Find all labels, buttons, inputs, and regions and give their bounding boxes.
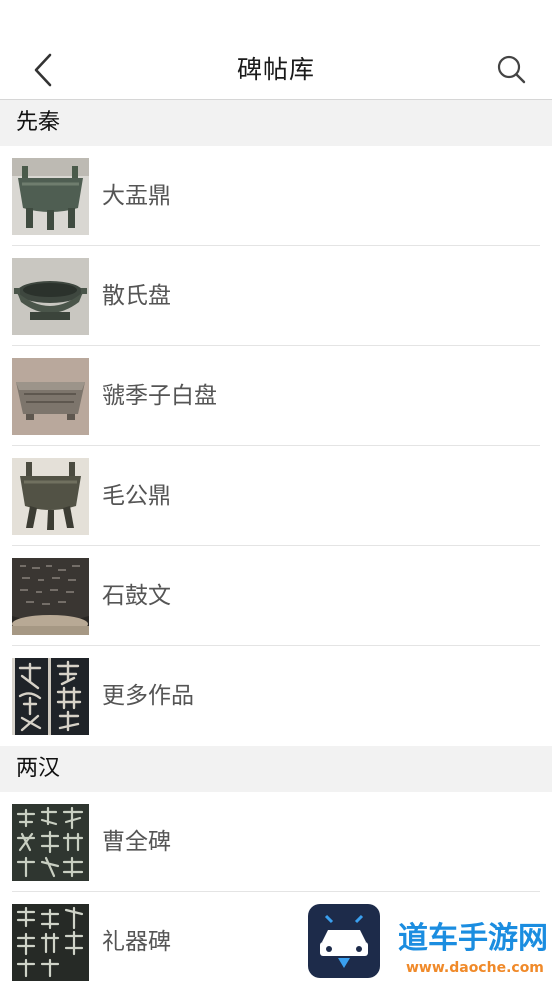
item-label: 散氏盘 (102, 283, 171, 309)
watermark-url: www.daoche.com (406, 960, 544, 976)
bronze-pan-thumbnail (12, 258, 89, 335)
section-header-xianqin: 先秦 (0, 100, 552, 146)
stone-drum-thumbnail (12, 558, 89, 635)
list-item[interactable]: 大盂鼎 (0, 146, 552, 246)
watermark-logo: 道车手游网 www.daoche.com (306, 902, 552, 981)
bronze-tripod-thumbnail (12, 458, 89, 535)
search-icon (497, 55, 526, 84)
item-label: 更多作品 (102, 683, 194, 709)
item-label: 礼器碑 (102, 929, 171, 955)
list-item[interactable]: 更多作品 (0, 646, 552, 746)
list-item[interactable]: 虢季子白盘 (0, 346, 552, 446)
item-label: 石鼓文 (102, 583, 171, 609)
page-title: 碑帖库 (236, 55, 315, 84)
bronze-ding-thumbnail (12, 158, 89, 235)
nav-bar: 碑帖库 (0, 40, 552, 100)
item-label: 毛公鼎 (102, 483, 171, 509)
list-item[interactable]: 曹全碑 (0, 792, 552, 892)
search-button[interactable] (496, 54, 528, 86)
item-label: 曹全碑 (102, 829, 171, 855)
section-header-lianghan: 两汉 (0, 746, 552, 792)
list-item[interactable]: 毛公鼎 (0, 446, 552, 546)
stele-rubbing-thumbnail (12, 804, 89, 881)
status-bar-area (0, 0, 552, 40)
watermark-name: 道车手游网 (398, 921, 548, 956)
calligraphy-rubbing-thumbnail (12, 658, 89, 735)
bronze-basin-thumbnail (12, 358, 89, 435)
item-label: 虢季子白盘 (102, 383, 217, 409)
item-label: 大盂鼎 (102, 183, 171, 209)
stele-rubbing-thumbnail (12, 904, 89, 981)
list-item[interactable]: 散氏盘 (0, 246, 552, 346)
list-item[interactable]: 石鼓文 (0, 546, 552, 646)
